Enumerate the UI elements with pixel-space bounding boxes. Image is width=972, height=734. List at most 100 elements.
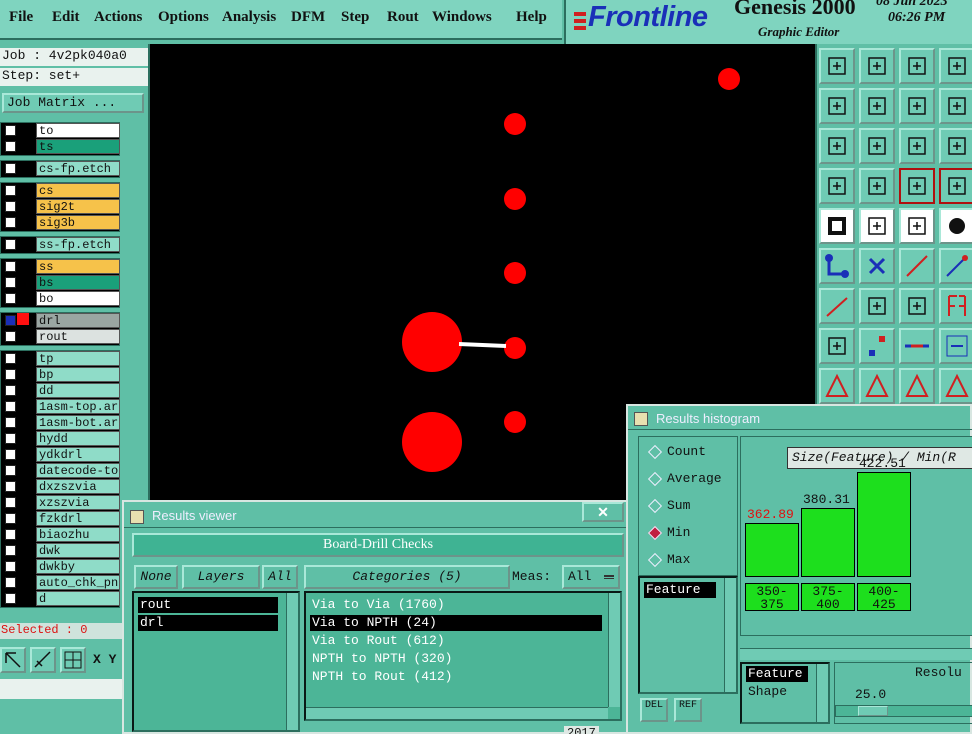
layer-row[interactable]: xzszvia (2, 495, 120, 510)
layer-checkbox[interactable] (5, 185, 16, 196)
layer-row[interactable]: bp (2, 367, 120, 382)
menu-file[interactable]: File (9, 9, 33, 26)
all-button[interactable]: All (262, 565, 298, 589)
layer-row[interactable]: ts (2, 139, 120, 154)
layer-checkbox[interactable] (5, 315, 16, 326)
layers-list[interactable]: rout drl (132, 591, 300, 732)
job-matrix-button[interactable]: Job Matrix ... (2, 93, 144, 113)
layer-checkbox[interactable] (5, 163, 16, 174)
layer-checkbox[interactable] (5, 433, 16, 444)
menu-rout[interactable]: Rout (387, 9, 419, 26)
categories-list[interactable]: Via to Via (1760) Via to NPTH (24) Via to … (304, 591, 622, 721)
stat-option-max[interactable]: Max (645, 551, 737, 573)
layer-checkbox[interactable] (5, 577, 16, 588)
layer-row[interactable]: biaozhu (2, 527, 120, 542)
layer-row[interactable]: rout (2, 329, 120, 344)
arc2-tool-button[interactable] (859, 368, 895, 404)
layer-row[interactable]: auto_chk_pn1 (2, 575, 120, 590)
group-scrollbar[interactable] (816, 664, 828, 722)
snap-tool-button[interactable] (899, 168, 935, 204)
layer-checkbox[interactable] (5, 217, 16, 228)
layer-name[interactable]: d (36, 591, 120, 606)
layer-name[interactable]: hydd (36, 431, 120, 446)
layer-name[interactable]: bp (36, 367, 120, 382)
none-button[interactable]: None (134, 565, 178, 589)
category-item[interactable]: Via to Via (1760) (310, 597, 602, 613)
layer-list-item[interactable]: drl (138, 615, 278, 631)
arc-tool-button[interactable] (819, 368, 855, 404)
layer-row[interactable]: ss (2, 259, 120, 274)
draw-tool-button[interactable] (859, 288, 895, 324)
menu-help[interactable]: Help (516, 9, 547, 26)
layer-checkbox[interactable] (5, 141, 16, 152)
zoom-home-tool-button[interactable] (819, 48, 855, 84)
layer-name[interactable]: sig2t (36, 199, 120, 214)
layer-checkbox[interactable] (5, 545, 16, 556)
zoom-in-tool-button[interactable] (859, 48, 895, 84)
radio-icon[interactable] (647, 525, 663, 541)
fit-tool-button[interactable] (819, 128, 855, 164)
right-tool-button[interactable] (859, 88, 895, 124)
layer-name[interactable]: bs (36, 275, 120, 290)
layer-row[interactable]: drl (2, 313, 120, 328)
histogram-titlebar[interactable]: Results histogram (628, 406, 972, 430)
histogram-hscrollbar[interactable] (740, 648, 972, 660)
layer-name[interactable]: auto_chk_pn1 (36, 575, 120, 590)
layer-row[interactable]: sig2t (2, 199, 120, 214)
layer-name[interactable]: dwk (36, 543, 120, 558)
menu-edit[interactable]: Edit (52, 9, 80, 26)
layer-row[interactable]: bs (2, 275, 120, 290)
measure-tool-button[interactable] (899, 208, 935, 244)
layer-checkbox[interactable] (5, 417, 16, 428)
layers-scrollbar[interactable] (286, 593, 298, 730)
radio-icon[interactable] (647, 552, 663, 568)
categories-button[interactable]: Categories (5) (304, 565, 510, 589)
grid-tool-button[interactable] (859, 168, 895, 204)
delete-tool-button[interactable] (859, 248, 895, 284)
layer-row[interactable]: ss-fp.etch (2, 237, 120, 252)
layer-checkbox[interactable] (5, 497, 16, 508)
redraw-tool-button[interactable] (939, 88, 972, 124)
layer-name[interactable]: ss-fp.etch (36, 237, 120, 252)
category-item[interactable]: NPTH to Rout (412) (310, 669, 602, 685)
layer-row[interactable]: dwk (2, 543, 120, 558)
layer-row[interactable]: dd (2, 383, 120, 398)
layer-checkbox[interactable] (5, 369, 16, 380)
polygon-tool-button[interactable] (859, 208, 895, 244)
layer-row[interactable]: dwkby (2, 559, 120, 574)
resize-tool-button[interactable] (899, 328, 935, 364)
category-item[interactable]: NPTH to NPTH (320) (310, 651, 602, 667)
layer-checkbox[interactable] (5, 465, 16, 476)
move-tool-button[interactable] (819, 328, 855, 364)
ref-button[interactable]: REF (674, 698, 702, 722)
layer-name[interactable]: ts (36, 139, 120, 154)
group-list[interactable]: Feature Shape (740, 662, 830, 724)
stat-option-count[interactable]: Count (645, 443, 737, 465)
layer-row[interactable]: dxzszvia (2, 479, 120, 494)
layer-checkbox[interactable] (5, 593, 16, 604)
snap2-tool-button[interactable] (939, 168, 972, 204)
stat-option-min[interactable]: Min (645, 524, 737, 546)
layer-name[interactable]: cs (36, 183, 120, 198)
layer-name[interactable]: dd (36, 383, 120, 398)
layer-name[interactable]: sig3b (36, 215, 120, 230)
layer-checkbox[interactable] (5, 125, 16, 136)
layer-name[interactable]: 1asm-top.art (36, 399, 120, 414)
layer-name[interactable]: dwkby (36, 559, 120, 574)
categories-hscrollbar[interactable] (306, 707, 608, 719)
layer-checkbox[interactable] (5, 201, 16, 212)
connect-tool-button[interactable] (819, 248, 855, 284)
layer-row[interactable]: 1asm-top.art (2, 399, 120, 414)
layer-checkbox[interactable] (5, 353, 16, 364)
layer-name[interactable]: fzkdrl (36, 511, 120, 526)
pad-tool-button[interactable] (939, 208, 972, 244)
layer-checkbox[interactable] (5, 529, 16, 540)
undo-tool-button[interactable] (899, 88, 935, 124)
layer-name[interactable]: ydkdrl (36, 447, 120, 462)
feature-scrollbar[interactable] (724, 578, 736, 692)
layer-checkbox[interactable] (5, 449, 16, 460)
layer-checkbox[interactable] (5, 385, 16, 396)
split-tool-button[interactable] (859, 328, 895, 364)
text-tool-button[interactable] (899, 368, 935, 404)
select-tool-button[interactable] (819, 208, 855, 244)
